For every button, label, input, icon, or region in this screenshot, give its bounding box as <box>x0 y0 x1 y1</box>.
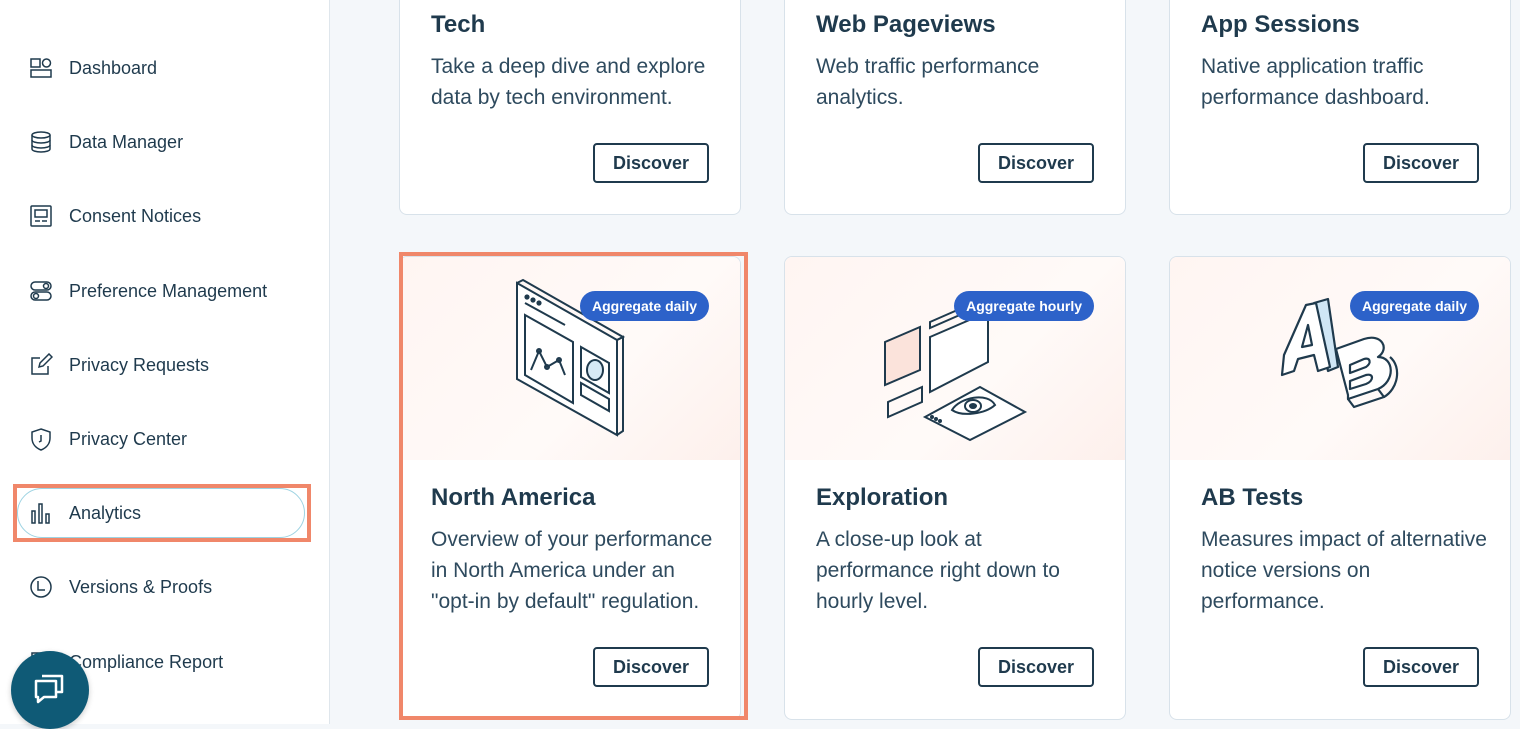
eye-exploration-illustration <box>884 306 1028 442</box>
card-title: Exploration <box>816 484 949 511</box>
card-tech: Tech Take a deep dive and explore data b… <box>399 0 741 215</box>
toggle-icon <box>28 278 54 304</box>
sidebar-item-label: Preference Management <box>69 280 268 301</box>
sidebar-item-versions-proofs[interactable]: Versions & Proofs <box>28 572 212 602</box>
sidebar-item-privacy-center[interactable]: Privacy Center <box>28 424 187 454</box>
discover-button[interactable]: Discover <box>1363 143 1479 183</box>
history-icon <box>28 574 54 600</box>
card-app-sessions: App Sessions Native application traffic … <box>1169 0 1511 215</box>
card-title: App Sessions <box>1201 11 1360 38</box>
aggregate-badge: Aggregate daily <box>1349 291 1479 321</box>
card-description: Web traffic performance analytics. <box>816 55 1040 109</box>
sidebar-item-consent-notices[interactable]: Consent Notices <box>28 201 201 231</box>
aggregate-badge: Aggregate daily <box>579 291 709 321</box>
card-description: A close-up look at performance right dow… <box>816 528 1060 613</box>
shield-icon <box>28 426 54 452</box>
sidebar-item-data-manager[interactable]: Data Manager <box>28 127 183 157</box>
discover-button[interactable]: Discover <box>978 143 1094 183</box>
card-hero: Aggregate daily <box>400 257 740 460</box>
card-title: Tech <box>431 11 486 38</box>
consent-notice-icon <box>28 203 54 229</box>
card-north-america: Aggregate daily North America Overview o… <box>399 256 741 720</box>
dashboard-icon <box>28 55 54 81</box>
sidebar-item-label: Versions & Proofs <box>69 576 213 597</box>
sidebar-item-label: Data Manager <box>69 131 184 152</box>
chat-icon <box>30 668 70 713</box>
card-web-pageviews: Web Pageviews Web traffic performance an… <box>784 0 1126 215</box>
discover-button[interactable]: Discover <box>1363 647 1479 687</box>
edit-request-icon <box>28 352 54 378</box>
sidebar-item-label: Analytics <box>69 502 142 523</box>
card-description: Native application traffic performance d… <box>1201 55 1430 109</box>
card-exploration: Aggregate hourly Exploration A close-up … <box>784 256 1126 720</box>
card-ab-tests: Aggregate daily AB Tests Measures impact… <box>1169 256 1511 720</box>
sidebar-item-label: Privacy Requests <box>69 354 210 375</box>
sidebar-item-label: Dashboard <box>69 57 158 78</box>
aggregate-badge: Aggregate hourly <box>954 291 1094 321</box>
sidebar-item-analytics[interactable]: Analytics <box>28 498 141 528</box>
database-icon <box>28 129 54 155</box>
card-description: Take a deep dive and explore data by tec… <box>431 55 706 109</box>
sidebar-item-preference-management[interactable]: Preference Management <box>28 276 267 306</box>
chat-button[interactable] <box>11 651 89 729</box>
sidebar-item-label: Consent Notices <box>69 205 202 226</box>
discover-button[interactable]: Discover <box>978 647 1094 687</box>
discover-button[interactable]: Discover <box>593 143 709 183</box>
card-title: North America <box>431 484 596 511</box>
sidebar-item-dashboard[interactable]: Dashboard <box>28 53 157 83</box>
card-hero: Aggregate daily <box>1170 257 1510 460</box>
sidebar-item-label: Compliance Report <box>69 651 224 672</box>
card-hero: Aggregate hourly <box>785 257 1125 460</box>
sidebar: Dashboard Data Manager Consent Notices P… <box>0 0 330 724</box>
sidebar-item-privacy-requests[interactable]: Privacy Requests <box>28 350 209 380</box>
card-description: Overview of your performance in North Am… <box>431 528 713 613</box>
card-description: Measures impact of alternative notice ve… <box>1201 528 1487 613</box>
card-title: AB Tests <box>1201 484 1304 511</box>
discover-button[interactable]: Discover <box>593 647 709 687</box>
sidebar-item-label: Privacy Center <box>69 428 188 449</box>
bar-chart-icon <box>28 500 54 526</box>
card-title: Web Pageviews <box>816 11 996 38</box>
